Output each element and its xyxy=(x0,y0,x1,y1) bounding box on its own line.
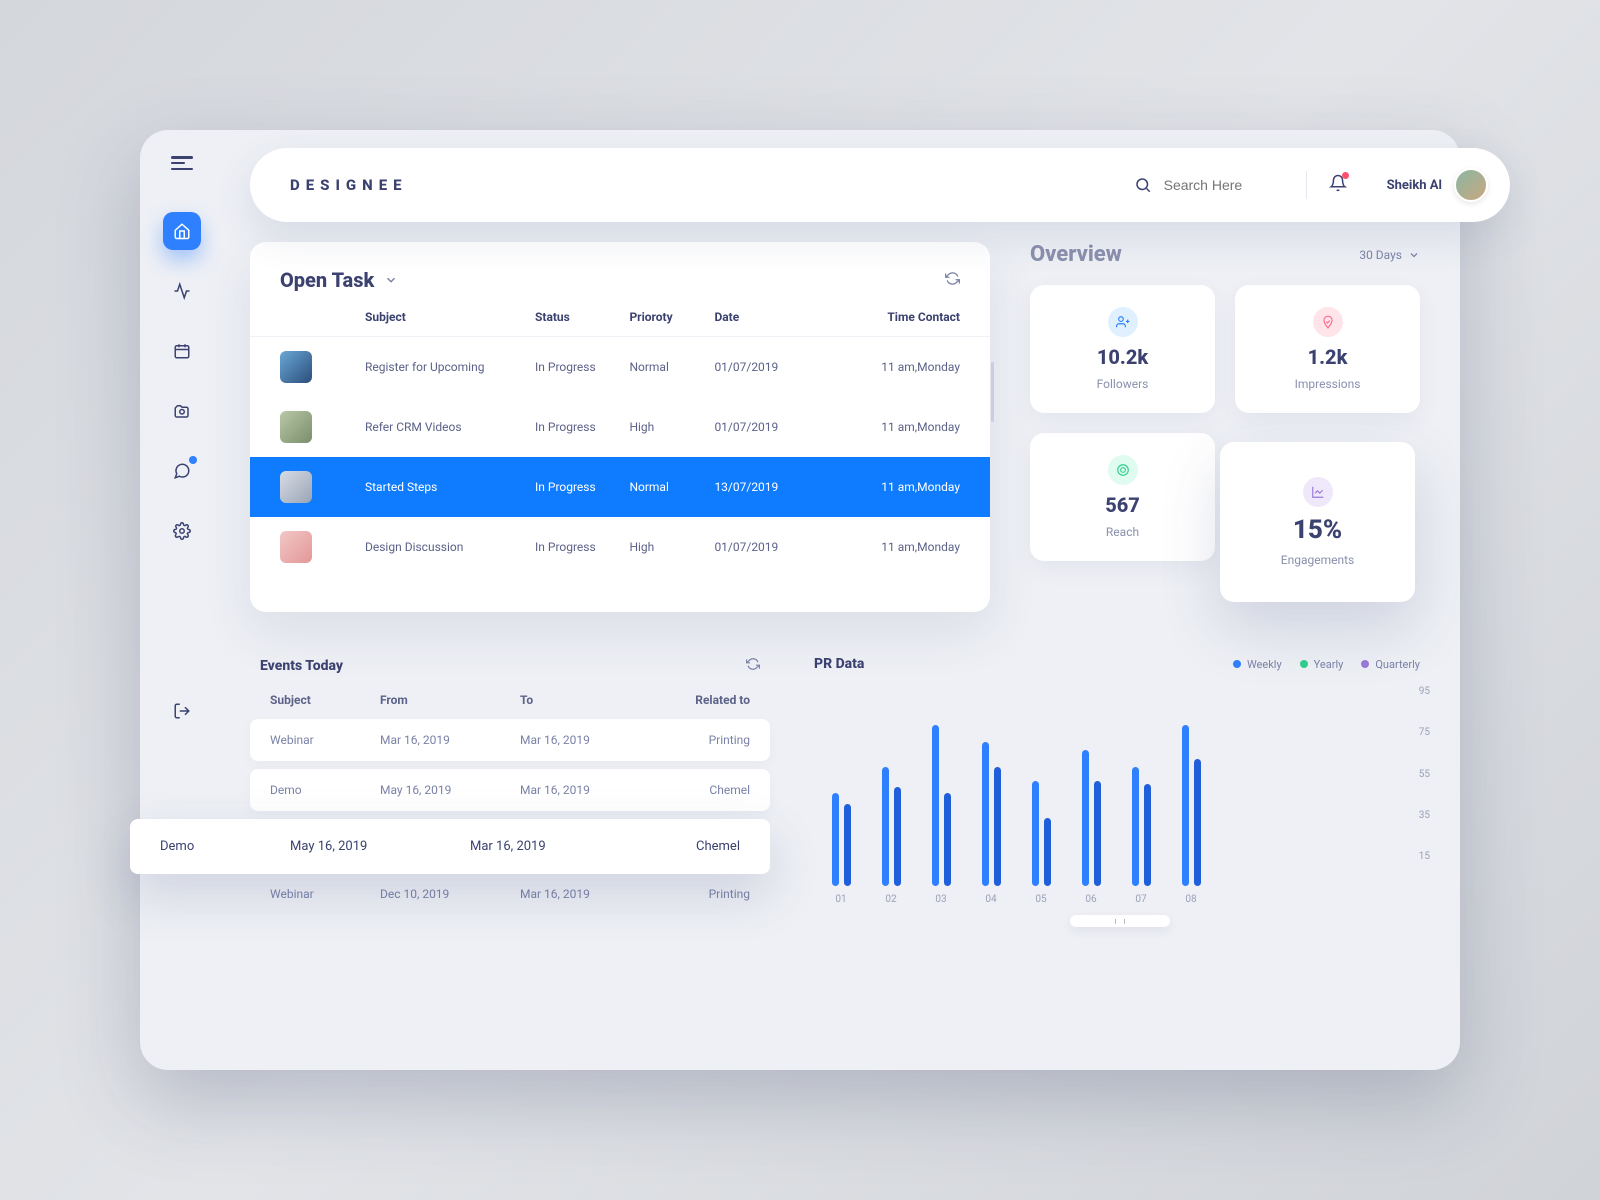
x-tick: 03 xyxy=(920,894,962,905)
events-title: Events Today xyxy=(260,658,343,674)
bar-group[interactable] xyxy=(1070,750,1112,886)
task-thumbnail xyxy=(280,531,312,563)
bar-group[interactable] xyxy=(1170,725,1212,887)
followers-icon xyxy=(1108,307,1138,337)
activity-icon xyxy=(173,282,191,300)
events-section: Events Today Subject From To Related to … xyxy=(250,656,770,923)
impressions-icon xyxy=(1313,307,1343,337)
bar-group[interactable] xyxy=(920,725,962,887)
x-tick: 01 xyxy=(820,894,862,905)
search-input[interactable] xyxy=(1164,177,1284,193)
task-row[interactable]: Design Discussion In Progress High 01/07… xyxy=(250,517,990,577)
open-task-title: Open Task xyxy=(280,268,374,292)
task-thumbnail xyxy=(280,351,312,383)
overview-section: Overview 30 Days 10.2k Followers xyxy=(1030,242,1420,561)
home-icon xyxy=(173,222,191,240)
pr-section: PR Data Weekly Yearly Quarterly 95 75 55… xyxy=(810,656,1430,927)
x-axis: 01 02 03 04 05 06 07 08 xyxy=(810,886,1430,905)
nav-calendar[interactable] xyxy=(163,332,201,370)
x-tick: 05 xyxy=(1020,894,1062,905)
pr-legend: Weekly Yearly Quarterly xyxy=(1233,658,1420,671)
logout-icon xyxy=(173,702,191,720)
chat-icon xyxy=(173,462,191,480)
col-status: Status xyxy=(535,310,629,324)
x-tick: 08 xyxy=(1170,894,1212,905)
pr-title: PR Data xyxy=(814,656,864,672)
app-frame: DESIGNEE Sheikh Al Open Task xyxy=(140,130,1460,1070)
bar-group[interactable] xyxy=(1120,767,1162,886)
bar-group[interactable] xyxy=(970,742,1012,887)
legend-weekly[interactable]: Weekly xyxy=(1233,658,1282,671)
x-tick: 04 xyxy=(970,894,1012,905)
reach-icon xyxy=(1108,455,1138,485)
user-name: Sheikh Al xyxy=(1387,178,1442,193)
search-group xyxy=(1134,176,1284,194)
bar-group[interactable] xyxy=(870,767,912,886)
nav-activity[interactable] xyxy=(163,272,201,310)
gear-icon xyxy=(173,522,191,540)
stat-engagements[interactable]: 15% Engagements xyxy=(1220,442,1415,602)
brand-logo: DESIGNEE xyxy=(290,176,408,194)
topbar: DESIGNEE Sheikh Al xyxy=(250,148,1510,222)
overview-range-dropdown[interactable]: 30 Days xyxy=(1359,248,1420,262)
task-thumbnail xyxy=(280,471,312,503)
pr-chart: 95 75 55 35 15 xyxy=(810,686,1430,886)
task-row-selected[interactable]: Started Steps In Progress Normal 13/07/2… xyxy=(250,457,990,517)
nav-home[interactable] xyxy=(163,212,201,250)
col-date: Date xyxy=(714,310,837,324)
task-thumbnail xyxy=(280,411,312,443)
chevron-down-icon xyxy=(1408,249,1420,261)
engagements-icon xyxy=(1303,477,1333,507)
legend-yearly[interactable]: Yearly xyxy=(1300,658,1344,671)
refresh-icon xyxy=(746,657,760,671)
col-time: Time Contact xyxy=(837,310,960,324)
search-icon xyxy=(1134,176,1152,194)
stat-followers[interactable]: 10.2k Followers xyxy=(1030,285,1215,413)
task-table-header: Subject Status Prioroty Date Time Contac… xyxy=(250,310,990,337)
user-menu[interactable]: Sheikh Al xyxy=(1387,168,1488,202)
task-row[interactable]: Refer CRM Videos In Progress High 01/07/… xyxy=(250,397,990,457)
calendar-icon xyxy=(173,342,191,360)
x-tick: 02 xyxy=(870,894,912,905)
open-task-dropdown[interactable]: Open Task xyxy=(280,268,398,292)
event-row[interactable]: Webinar Dec 10, 2019 Mar 16, 2019 Printi… xyxy=(250,873,770,915)
legend-quarterly[interactable]: Quarterly xyxy=(1361,658,1420,671)
open-task-card: Open Task Subject Status Prioroty Date T… xyxy=(250,242,990,612)
event-row[interactable]: Webinar Mar 16, 2019 Mar 16, 2019 Printi… xyxy=(250,719,770,761)
menu-toggle-button[interactable] xyxy=(171,156,193,170)
refresh-button[interactable] xyxy=(945,271,960,290)
task-scrollbar[interactable] xyxy=(991,362,994,422)
refresh-icon xyxy=(945,271,960,286)
chevron-down-icon xyxy=(384,273,398,287)
events-table-header: Subject From To Related to xyxy=(250,689,770,719)
bar-group[interactable] xyxy=(820,793,862,887)
x-tick: 06 xyxy=(1070,894,1112,905)
col-subject: Subject xyxy=(365,310,535,324)
col-priority: Prioroty xyxy=(629,310,714,324)
camera-icon xyxy=(173,402,191,420)
main-content: Open Task Subject Status Prioroty Date T… xyxy=(250,242,1420,1040)
nav-chat[interactable] xyxy=(163,452,201,490)
stat-impressions[interactable]: 1.2k Impressions xyxy=(1235,285,1420,413)
bar-group[interactable] xyxy=(1020,781,1062,886)
notification-badge xyxy=(1342,172,1349,179)
y-axis: 95 75 55 35 15 xyxy=(1390,686,1430,862)
events-refresh-button[interactable] xyxy=(746,656,760,675)
task-row[interactable]: Register for Upcoming In Progress Normal… xyxy=(250,337,990,397)
event-row-highlight[interactable]: Demo May 16, 2019 Mar 16, 2019 Chemel xyxy=(130,819,770,874)
nav xyxy=(163,212,201,550)
stat-reach[interactable]: 567 Reach xyxy=(1030,433,1215,561)
nav-camera[interactable] xyxy=(163,392,201,430)
divider xyxy=(1306,171,1307,199)
avatar xyxy=(1454,168,1488,202)
logout-button[interactable] xyxy=(163,692,201,730)
chat-badge xyxy=(189,456,197,464)
notifications-button[interactable] xyxy=(1329,174,1347,196)
nav-settings[interactable] xyxy=(163,512,201,550)
overview-title: Overview xyxy=(1030,242,1122,267)
event-row[interactable]: Demo May 16, 2019 Mar 16, 2019 Chemel xyxy=(250,769,770,811)
chart-scroll-handle[interactable] xyxy=(1070,915,1170,927)
sidebar xyxy=(140,130,224,1070)
x-tick: 07 xyxy=(1120,894,1162,905)
